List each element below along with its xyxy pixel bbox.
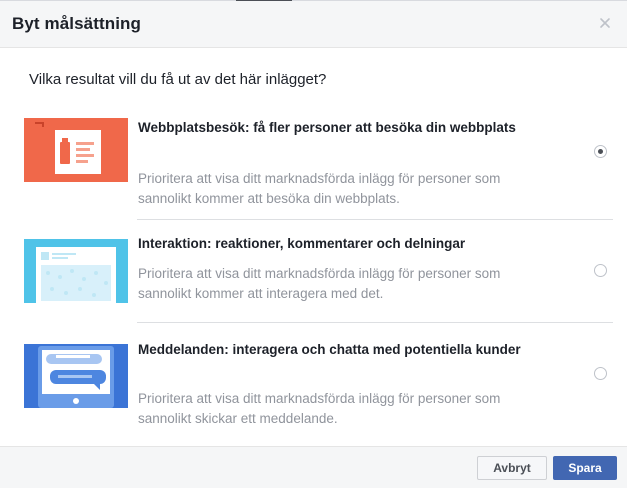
website-visits-illustration <box>24 118 128 182</box>
close-icon[interactable] <box>597 15 613 31</box>
option-title: Interaktion: reaktioner, kommentarer och… <box>138 236 466 251</box>
option-website-visits[interactable]: Webbplatsbesök: få fler personer att bes… <box>24 113 613 219</box>
option-radio[interactable] <box>594 264 607 277</box>
option-title: Meddelanden: interagera och chatta med p… <box>138 342 521 357</box>
option-radio-selected[interactable] <box>594 145 607 158</box>
option-description: Prioritera att visa ditt marknadsförda i… <box>138 266 501 301</box>
change-objective-dialog: Byt målsättning Vilka resultat vill du f… <box>0 0 627 488</box>
option-radio[interactable] <box>594 367 607 380</box>
dialog-title: Byt målsättning <box>12 14 142 33</box>
option-description: Prioritera att visa ditt marknadsförda i… <box>138 171 501 206</box>
option-description: Prioritera att visa ditt marknadsförda i… <box>138 391 501 426</box>
cancel-button[interactable]: Avbryt <box>477 456 547 480</box>
question-text: Vilka resultat vill du få ut av det här … <box>29 71 327 88</box>
engagement-illustration <box>24 239 128 303</box>
option-engagement[interactable]: Interaktion: reaktioner, kommentarer och… <box>24 220 613 322</box>
save-button[interactable]: Spara <box>553 456 617 480</box>
option-messages[interactable]: Meddelanden: interagera och chatta med p… <box>24 323 613 433</box>
messages-illustration <box>24 344 128 408</box>
dialog-header: Byt målsättning <box>0 1 627 48</box>
option-title: Webbplatsbesök: få fler personer att bes… <box>138 120 516 135</box>
dialog-footer: Avbryt Spara <box>0 446 627 488</box>
